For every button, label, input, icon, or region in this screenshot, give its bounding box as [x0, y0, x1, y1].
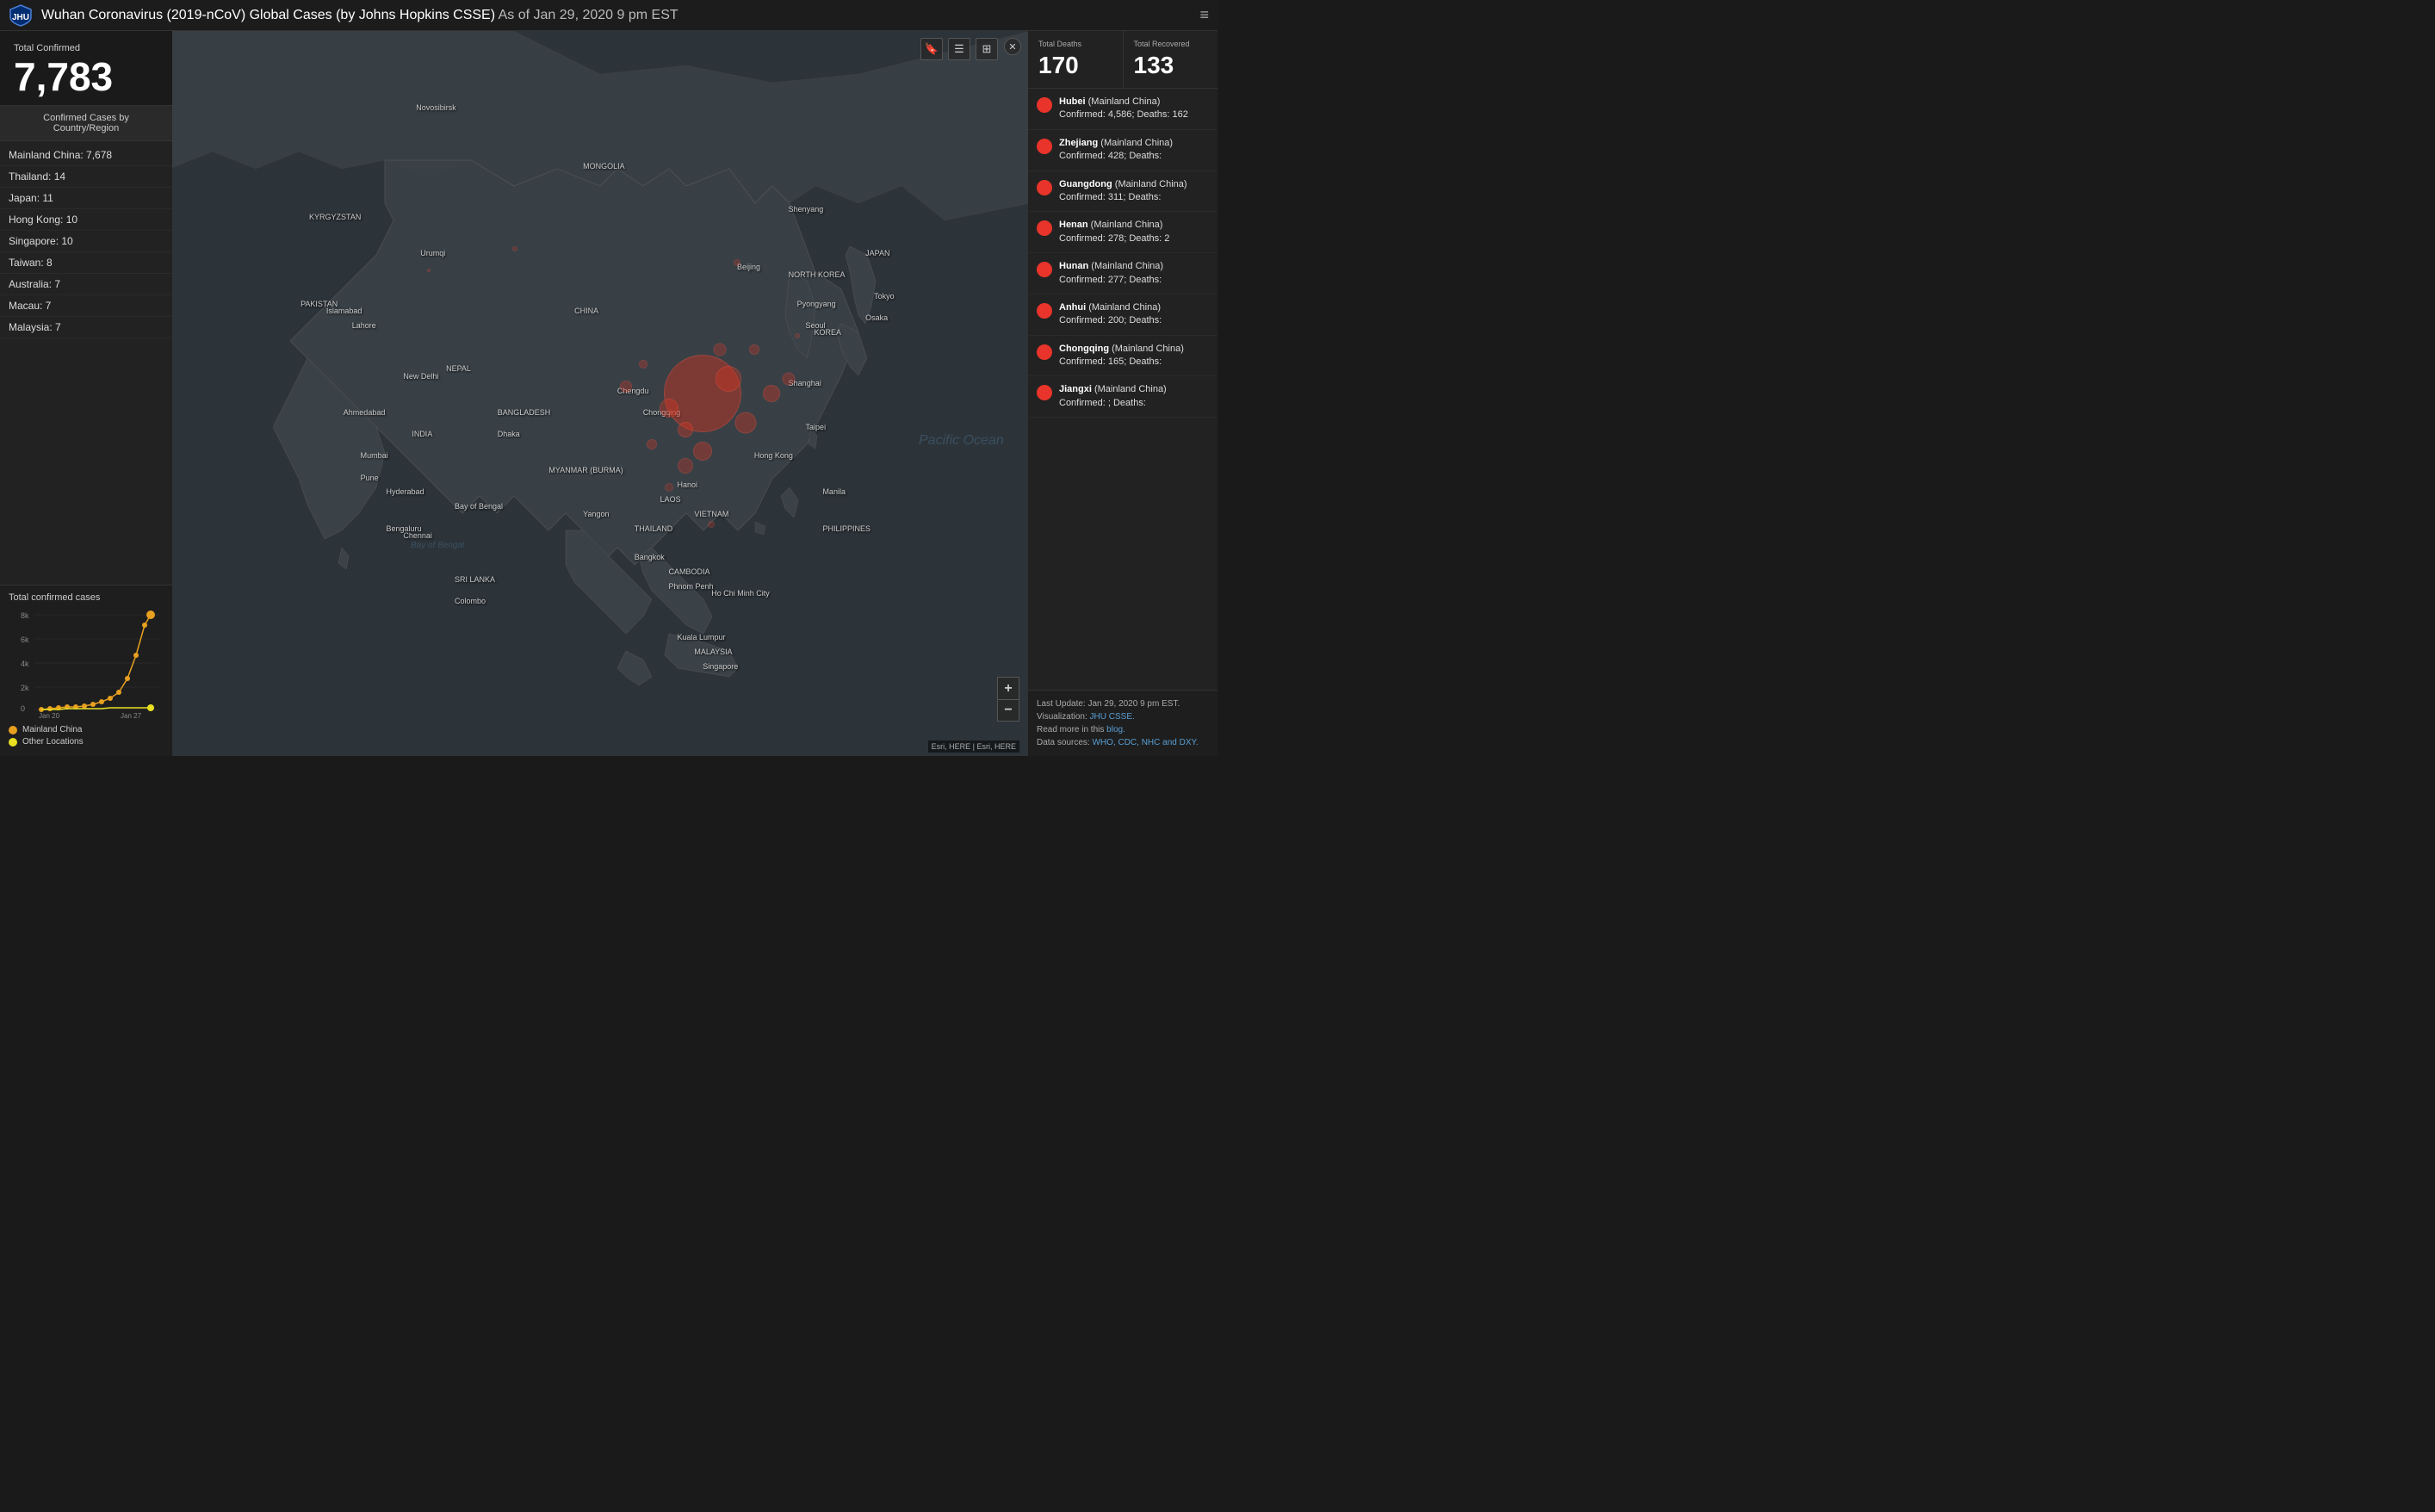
- region-dot: [1037, 262, 1052, 277]
- viz-link[interactable]: JHU CSSE.: [1090, 712, 1135, 722]
- region-item: Anhui (Mainland China)Confirmed: 200; De…: [1028, 294, 1218, 336]
- country-item[interactable]: Malaysia: 7: [0, 317, 172, 338]
- zoom-out-btn[interactable]: −: [997, 699, 1019, 722]
- map-area[interactable]: Pacific Ocean Bay of Bengal NovosibirskU…: [172, 31, 1028, 756]
- country-item[interactable]: Hong Kong: 10: [0, 209, 172, 231]
- country-item[interactable]: Mainland China: 7,678: [0, 145, 172, 166]
- region-info: Hunan (Mainland China)Confirmed: 277; De…: [1059, 260, 1163, 287]
- svg-text:2k: 2k: [21, 684, 29, 692]
- deaths-box: Total Deaths 170: [1028, 31, 1124, 88]
- region-dot: [1037, 303, 1052, 319]
- svg-text:0: 0: [21, 704, 25, 713]
- deaths-number: 170: [1038, 52, 1112, 79]
- region-item: Hubei (Mainland China)Confirmed: 4,586; …: [1028, 89, 1218, 130]
- main-layout: Total Confirmed 7,783 Confirmed Cases by…: [0, 31, 1218, 756]
- read-more-text: Read more in this: [1037, 725, 1104, 734]
- chart-legend: Mainland China Other Locations: [9, 725, 164, 747]
- total-confirmed-number: 7,783: [14, 57, 158, 96]
- legend-item: Mainland China: [9, 725, 164, 734]
- recovered-box: Total Recovered 133: [1124, 31, 1218, 88]
- chart-title: Total confirmed cases: [9, 592, 164, 603]
- viz-text: Visualization:: [1037, 712, 1087, 722]
- blog-link[interactable]: blog.: [1106, 725, 1125, 734]
- zoom-controls: + −: [997, 677, 1019, 722]
- svg-text:Jan 20: Jan 20: [39, 712, 60, 720]
- grid-btn[interactable]: ⊞: [976, 38, 998, 60]
- map-toolbar: 🔖 ☰ ⊞: [920, 38, 998, 60]
- country-item[interactable]: Thailand: 14: [0, 166, 172, 188]
- chart-svg: 8k 6k 4k 2k 0 Jan 20 Jan 27: [9, 608, 164, 720]
- svg-text:6k: 6k: [21, 635, 29, 644]
- country-item[interactable]: Singapore: 10: [0, 231, 172, 252]
- total-confirmed-label: Total Confirmed: [14, 43, 158, 53]
- country-item[interactable]: Taiwan: 8: [0, 252, 172, 274]
- region-item: Hunan (Mainland China)Confirmed: 277; De…: [1028, 253, 1218, 294]
- region-item: Guangdong (Mainland China)Confirmed: 311…: [1028, 171, 1218, 213]
- jhu-logo: JHU: [9, 3, 33, 28]
- region-info: Zhejiang (Mainland China)Confirmed: 428;…: [1059, 137, 1173, 164]
- region-info: Henan (Mainland China)Confirmed: 278; De…: [1059, 219, 1169, 245]
- svg-text:JHU: JHU: [12, 13, 29, 22]
- region-dot: [1037, 97, 1052, 113]
- map-background: Pacific Ocean Bay of Bengal: [172, 31, 1028, 756]
- country-list[interactable]: Mainland China: 7,678Thailand: 14Japan: …: [0, 141, 172, 585]
- country-item[interactable]: Australia: 7: [0, 274, 172, 295]
- svg-text:Pacific Ocean: Pacific Ocean: [919, 433, 1004, 448]
- country-item[interactable]: Japan: 11: [0, 188, 172, 209]
- country-list-header: Confirmed Cases by Country/Region: [0, 106, 172, 141]
- region-info: Guangdong (Mainland China)Confirmed: 311…: [1059, 178, 1187, 205]
- region-info: Chongqing (Mainland China)Confirmed: 165…: [1059, 343, 1184, 369]
- region-item: Zhejiang (Mainland China)Confirmed: 428;…: [1028, 130, 1218, 171]
- region-item: Henan (Mainland China)Confirmed: 278; De…: [1028, 212, 1218, 253]
- chart-section: Total confirmed cases 8k 6k 4k 2k 0: [0, 585, 172, 756]
- chart-container: 8k 6k 4k 2k 0 Jan 20 Jan 27: [9, 608, 164, 720]
- map-attribution: Esri, HERE | Esri, HERE: [928, 741, 1019, 753]
- stats-row: Total Deaths 170 Total Recovered 133: [1028, 31, 1218, 89]
- list-btn[interactable]: ☰: [948, 38, 970, 60]
- region-info: Anhui (Mainland China)Confirmed: 200; De…: [1059, 301, 1162, 328]
- region-dot: [1037, 344, 1052, 360]
- country-item[interactable]: Macau: 7: [0, 295, 172, 317]
- svg-text:8k: 8k: [21, 611, 29, 620]
- zoom-in-btn[interactable]: +: [997, 677, 1019, 699]
- bookmark-btn[interactable]: 🔖: [920, 38, 943, 60]
- region-item: Chongqing (Mainland China)Confirmed: 165…: [1028, 336, 1218, 377]
- right-sidebar: Total Deaths 170 Total Recovered 133 Hub…: [1028, 31, 1218, 756]
- data-sources: Last Update: Jan 29, 2020 9 pm EST. Visu…: [1028, 690, 1218, 756]
- map-close-btn[interactable]: ✕: [1004, 38, 1021, 55]
- header-title: Wuhan Coronavirus (2019-nCoV) Global Cas…: [41, 8, 678, 23]
- region-dot: [1037, 385, 1052, 400]
- svg-text:Jan 27: Jan 27: [121, 712, 142, 720]
- deaths-label: Total Deaths: [1038, 40, 1112, 48]
- data-links[interactable]: WHO, CDC, NHC and DXY.: [1092, 738, 1198, 747]
- legend-item: Other Locations: [9, 737, 164, 747]
- region-dot: [1037, 180, 1052, 195]
- last-update-text: Last Update: Jan 29, 2020 9 pm EST.: [1037, 699, 1180, 709]
- region-info: Jiangxi (Mainland China)Confirmed: ; Dea…: [1059, 383, 1167, 410]
- region-dot: [1037, 220, 1052, 236]
- region-list: Hubei (Mainland China)Confirmed: 4,586; …: [1028, 89, 1218, 690]
- region-dot: [1037, 139, 1052, 154]
- region-info: Hubei (Mainland China)Confirmed: 4,586; …: [1059, 96, 1188, 122]
- menu-icon[interactable]: ≡: [1199, 6, 1209, 24]
- total-confirmed-box: Total Confirmed 7,783: [0, 31, 172, 106]
- svg-text:4k: 4k: [21, 660, 29, 668]
- header: JHU Wuhan Coronavirus (2019-nCoV) Global…: [0, 0, 1218, 31]
- left-sidebar: Total Confirmed 7,783 Confirmed Cases by…: [0, 31, 172, 756]
- svg-text:Bay of Bengal: Bay of Bengal: [411, 541, 465, 550]
- recovered-label: Total Recovered: [1134, 40, 1208, 48]
- region-item: Jiangxi (Mainland China)Confirmed: ; Dea…: [1028, 376, 1218, 418]
- recovered-number: 133: [1134, 52, 1208, 79]
- data-sources-text: Data sources:: [1037, 738, 1090, 747]
